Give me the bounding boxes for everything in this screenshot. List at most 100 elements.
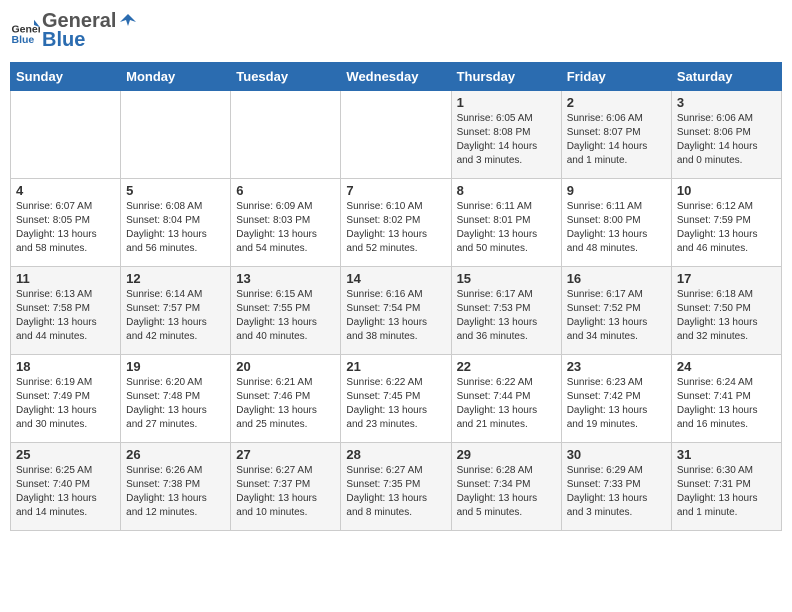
day-number: 5 xyxy=(126,183,225,198)
day-number: 8 xyxy=(457,183,556,198)
day-number: 11 xyxy=(16,271,115,286)
day-header-sunday: Sunday xyxy=(11,63,121,91)
calendar-week-3: 11 Sunrise: 6:13 AM Sunset: 7:58 PM Dayli… xyxy=(11,267,782,355)
day-info: Sunrise: 6:18 AM Sunset: 7:50 PM Dayligh… xyxy=(677,288,776,344)
day-number: 31 xyxy=(677,447,776,462)
day-info: Sunrise: 6:12 AM Sunset: 7:59 PM Dayligh… xyxy=(677,200,776,256)
calendar-day-28: 28 Sunrise: 6:27 AM Sunset: 7:35 PM Dayli… xyxy=(341,443,451,531)
day-info: Sunrise: 6:09 AM Sunset: 8:03 PM Dayligh… xyxy=(236,200,335,256)
day-info: Sunrise: 6:08 AM Sunset: 8:04 PM Dayligh… xyxy=(126,200,225,256)
calendar-day-27: 27Sunrise: 6:27 AM Sunset: 7:37 PM Dayli… xyxy=(231,443,341,531)
day-number: 23 xyxy=(567,359,666,374)
calendar-day-23: 23 Sunrise: 6:23 AM Sunset: 7:42 PM Dayli… xyxy=(561,355,671,443)
day-number: 3 xyxy=(677,95,776,110)
day-info: Sunrise: 6:07 AM Sunset: 8:05 PM Dayligh… xyxy=(16,200,115,256)
day-info: Sunrise: 6:15 AM Sunset: 7:55 PM Dayligh… xyxy=(236,288,335,344)
day-info: Sunrise: 6:17 AM Sunset: 7:53 PM Dayligh… xyxy=(457,288,556,344)
calendar-week-2: 4 Sunrise: 6:07 AM Sunset: 8:05 PM Daylig… xyxy=(11,179,782,267)
calendar-day-18: 18Sunrise: 6:19 AM Sunset: 7:49 PM Dayli… xyxy=(11,355,121,443)
day-info: Sunrise: 6:06 AM Sunset: 8:06 PM Dayligh… xyxy=(677,112,776,168)
day-info: Sunrise: 6:19 AM Sunset: 7:49 PM Dayligh… xyxy=(16,376,115,432)
page-header: General Blue General Blue xyxy=(10,10,782,52)
day-info: Sunrise: 6:28 AM Sunset: 7:34 PM Dayligh… xyxy=(457,464,556,520)
day-number: 21 xyxy=(346,359,445,374)
day-info: Sunrise: 6:27 AM Sunset: 7:35 PM Dayligh… xyxy=(346,464,445,520)
day-number: 29 xyxy=(457,447,556,462)
day-number: 17 xyxy=(677,271,776,286)
day-info: Sunrise: 6:22 AM Sunset: 7:45 PM Dayligh… xyxy=(346,376,445,432)
calendar-day-3: 3 Sunrise: 6:06 AM Sunset: 8:06 PM Daylig… xyxy=(671,91,781,179)
calendar-day-empty-0-0 xyxy=(11,91,121,179)
day-header-wednesday: Wednesday xyxy=(341,63,451,91)
calendar-day-25: 25Sunrise: 6:25 AM Sunset: 7:40 PM Dayli… xyxy=(11,443,121,531)
day-info: Sunrise: 6:11 AM Sunset: 8:00 PM Dayligh… xyxy=(567,200,666,256)
calendar-day-26: 26 Sunrise: 6:26 AM Sunset: 7:38 PM Dayli… xyxy=(121,443,231,531)
calendar-day-8: 8 Sunrise: 6:11 AM Sunset: 8:01 PM Daylig… xyxy=(451,179,561,267)
calendar-week-4: 18Sunrise: 6:19 AM Sunset: 7:49 PM Dayli… xyxy=(11,355,782,443)
calendar-day-22: 22Sunrise: 6:22 AM Sunset: 7:44 PM Dayli… xyxy=(451,355,561,443)
calendar-table: SundayMondayTuesdayWednesdayThursdayFrid… xyxy=(10,62,782,531)
day-number: 9 xyxy=(567,183,666,198)
day-number: 19 xyxy=(126,359,225,374)
calendar-day-empty-0-3 xyxy=(341,91,451,179)
day-number: 4 xyxy=(16,183,115,198)
day-number: 1 xyxy=(457,95,556,110)
logo-icon: General Blue xyxy=(10,16,40,46)
calendar-day-6: 6 Sunrise: 6:09 AM Sunset: 8:03 PM Daylig… xyxy=(231,179,341,267)
day-number: 20 xyxy=(236,359,335,374)
day-info: Sunrise: 6:06 AM Sunset: 8:07 PM Dayligh… xyxy=(567,112,666,168)
day-number: 27 xyxy=(236,447,335,462)
day-number: 6 xyxy=(236,183,335,198)
calendar-day-21: 21 Sunrise: 6:22 AM Sunset: 7:45 PM Dayli… xyxy=(341,355,451,443)
calendar-day-1: 1 Sunrise: 6:05 AM Sunset: 8:08 PM Daylig… xyxy=(451,91,561,179)
calendar-day-14: 14Sunrise: 6:16 AM Sunset: 7:54 PM Dayli… xyxy=(341,267,451,355)
day-number: 30 xyxy=(567,447,666,462)
calendar-day-empty-0-2 xyxy=(231,91,341,179)
day-number: 22 xyxy=(457,359,556,374)
day-info: Sunrise: 6:10 AM Sunset: 8:02 PM Dayligh… xyxy=(346,200,445,256)
day-info: Sunrise: 6:11 AM Sunset: 8:01 PM Dayligh… xyxy=(457,200,556,256)
day-number: 16 xyxy=(567,271,666,286)
calendar-day-2: 2 Sunrise: 6:06 AM Sunset: 8:07 PM Daylig… xyxy=(561,91,671,179)
day-header-monday: Monday xyxy=(121,63,231,91)
day-info: Sunrise: 6:25 AM Sunset: 7:40 PM Dayligh… xyxy=(16,464,115,520)
day-number: 26 xyxy=(126,447,225,462)
day-number: 24 xyxy=(677,359,776,374)
day-info: Sunrise: 6:13 AM Sunset: 7:58 PM Dayligh… xyxy=(16,288,115,344)
calendar-day-7: 7 Sunrise: 6:10 AM Sunset: 8:02 PM Daylig… xyxy=(341,179,451,267)
calendar-week-5: 25Sunrise: 6:25 AM Sunset: 7:40 PM Dayli… xyxy=(11,443,782,531)
svg-text:Blue: Blue xyxy=(12,34,35,46)
calendar-day-16: 16Sunrise: 6:17 AM Sunset: 7:52 PM Dayli… xyxy=(561,267,671,355)
day-info: Sunrise: 6:21 AM Sunset: 7:46 PM Dayligh… xyxy=(236,376,335,432)
calendar-day-empty-0-1 xyxy=(121,91,231,179)
day-number: 2 xyxy=(567,95,666,110)
day-number: 15 xyxy=(457,271,556,286)
day-number: 12 xyxy=(126,271,225,286)
calendar-day-4: 4 Sunrise: 6:07 AM Sunset: 8:05 PM Daylig… xyxy=(11,179,121,267)
day-number: 13 xyxy=(236,271,335,286)
day-info: Sunrise: 6:20 AM Sunset: 7:48 PM Dayligh… xyxy=(126,376,225,432)
calendar-day-30: 30 Sunrise: 6:29 AM Sunset: 7:33 PM Dayli… xyxy=(561,443,671,531)
calendar-day-31: 31 Sunrise: 6:30 AM Sunset: 7:31 PM Dayli… xyxy=(671,443,781,531)
day-info: Sunrise: 6:26 AM Sunset: 7:38 PM Dayligh… xyxy=(126,464,225,520)
calendar-day-20: 20 Sunrise: 6:21 AM Sunset: 7:46 PM Dayli… xyxy=(231,355,341,443)
day-info: Sunrise: 6:23 AM Sunset: 7:42 PM Dayligh… xyxy=(567,376,666,432)
day-info: Sunrise: 6:30 AM Sunset: 7:31 PM Dayligh… xyxy=(677,464,776,520)
day-info: Sunrise: 6:24 AM Sunset: 7:41 PM Dayligh… xyxy=(677,376,776,432)
calendar-day-24: 24 Sunrise: 6:24 AM Sunset: 7:41 PM Dayli… xyxy=(671,355,781,443)
day-number: 10 xyxy=(677,183,776,198)
calendar-day-10: 10 Sunrise: 6:12 AM Sunset: 7:59 PM Dayli… xyxy=(671,179,781,267)
calendar-day-29: 29 Sunrise: 6:28 AM Sunset: 7:34 PM Dayli… xyxy=(451,443,561,531)
day-number: 28 xyxy=(346,447,445,462)
day-info: Sunrise: 6:05 AM Sunset: 8:08 PM Dayligh… xyxy=(457,112,556,168)
day-header-thursday: Thursday xyxy=(451,63,561,91)
day-info: Sunrise: 6:14 AM Sunset: 7:57 PM Dayligh… xyxy=(126,288,225,344)
day-info: Sunrise: 6:29 AM Sunset: 7:33 PM Dayligh… xyxy=(567,464,666,520)
day-number: 7 xyxy=(346,183,445,198)
logo: General Blue General Blue xyxy=(10,10,140,52)
calendar-day-19: 19 Sunrise: 6:20 AM Sunset: 7:48 PM Dayli… xyxy=(121,355,231,443)
calendar-day-9: 9 Sunrise: 6:11 AM Sunset: 8:00 PM Daylig… xyxy=(561,179,671,267)
day-number: 14 xyxy=(346,271,445,286)
day-header-friday: Friday xyxy=(561,63,671,91)
calendar-day-15: 15 Sunrise: 6:17 AM Sunset: 7:53 PM Dayli… xyxy=(451,267,561,355)
